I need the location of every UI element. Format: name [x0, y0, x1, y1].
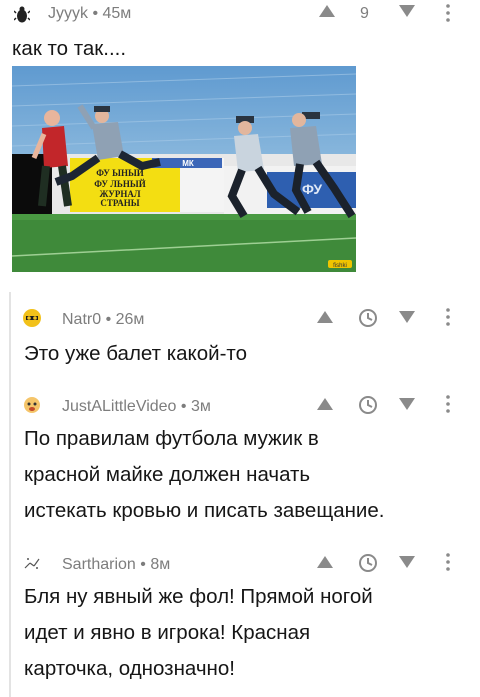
clock-icon[interactable] — [358, 308, 378, 333]
clock-icon[interactable] — [358, 395, 378, 420]
post-meta: Jyyyk • 45м — [48, 5, 132, 22]
comment-line: По правилам футбола мужик в — [24, 427, 319, 450]
post-time: 45м — [102, 5, 132, 22]
downvote-icon[interactable] — [398, 4, 416, 23]
comment-line: красной майке должен начать — [24, 463, 311, 486]
watermark: fishki — [333, 263, 347, 269]
more-icon[interactable] — [446, 395, 450, 418]
comment-time: 26м — [115, 311, 145, 328]
comment-meta: Natr0 • 26м — [62, 311, 145, 328]
bug-avatar-icon[interactable] — [12, 5, 32, 25]
upvote-icon[interactable] — [318, 4, 336, 23]
banner-line-2: ФУ ЛЬНЫЙ — [94, 179, 145, 189]
more-icon[interactable] — [446, 4, 450, 27]
comment-text: Бля ну явный же фол! Прямой ногой идет и… — [24, 579, 373, 687]
comment-author[interactable]: Natr0 — [62, 311, 101, 328]
post-image[interactable]: ФУ ЫНЫЙ ФУ ЛЬНЫЙ ЖУРНАЛ СТРАНЫ ФУ МК fis… — [12, 66, 356, 272]
user-avatar-icon[interactable] — [22, 395, 42, 415]
clock-icon[interactable] — [358, 553, 378, 578]
comment-line: Бля ну явный же фол! Прямой ногой — [24, 585, 373, 608]
comment-line: карточка, однозначно! — [24, 657, 235, 680]
post-author[interactable]: Jyyyk — [48, 5, 88, 22]
upvote-icon[interactable] — [316, 310, 334, 329]
thread-line — [9, 292, 11, 697]
more-icon[interactable] — [446, 308, 450, 331]
downvote-icon[interactable] — [398, 310, 416, 329]
downvote-icon[interactable] — [398, 397, 416, 416]
comment-author[interactable]: Sartharion — [62, 556, 136, 573]
downvote-icon[interactable] — [398, 555, 416, 574]
post-text: как то так.... — [12, 37, 127, 60]
more-icon[interactable] — [446, 553, 450, 576]
comment-meta: Sartharion • 8м — [62, 556, 171, 573]
banner-2: ФУ — [302, 181, 322, 197]
banner-3: МК — [182, 159, 194, 168]
comment-time: 3м — [190, 398, 211, 415]
comment-author[interactable]: JustALittleVideo — [62, 398, 176, 415]
upvote-icon[interactable] — [316, 397, 334, 416]
upvote-icon[interactable] — [316, 555, 334, 574]
comment-line: истекать кровью и писать завещание. — [24, 499, 385, 522]
post-score: 9 — [360, 5, 369, 22]
user-avatar-icon[interactable] — [22, 553, 42, 573]
comment-line: Это уже балет какой-то — [24, 342, 247, 365]
user-avatar-icon[interactable] — [22, 308, 42, 328]
comment-text: Это уже балет какой-то — [24, 336, 247, 372]
comment-text: По правилам футбола мужик в красной майк… — [24, 421, 384, 529]
banner-line-4: СТРАНЫ — [100, 198, 139, 208]
comment-line: идет и явно в игрока! Красная — [24, 621, 311, 644]
comment-time: 8м — [150, 556, 171, 573]
comment-meta: JustALittleVideo • 3м — [62, 398, 211, 415]
banner-line-1: ФУ ЫНЫЙ — [96, 168, 144, 178]
